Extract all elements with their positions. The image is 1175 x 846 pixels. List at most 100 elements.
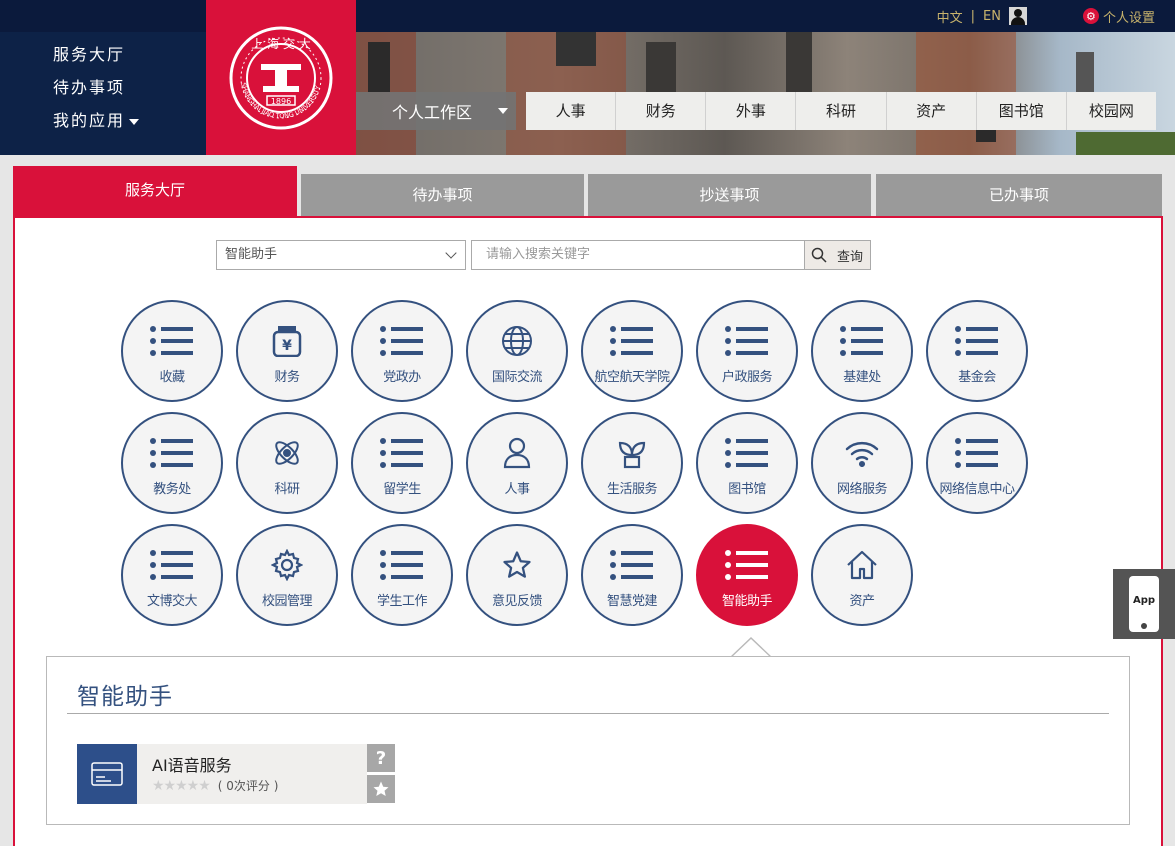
- tab-todo[interactable]: 待办事项: [301, 174, 584, 216]
- service-label: 基建处: [843, 370, 881, 385]
- service-wifi-14[interactable]: 网络服务: [811, 412, 913, 514]
- menu-item-research[interactable]: 科研: [796, 92, 887, 130]
- svg-text:上 海 交 大: 上 海 交 大: [251, 36, 310, 51]
- service-label: 学生工作: [376, 594, 428, 609]
- settings-gear-icon[interactable]: ⚙: [1082, 8, 1099, 24]
- list-icon: [380, 548, 424, 582]
- workspace-dropdown[interactable]: 个人工作区: [356, 92, 516, 130]
- sjtu-seal-icon: 1896 SHANGHAI JIAO TONG UNIVERSITY 上 海 交…: [229, 26, 333, 129]
- service-label: 科研: [274, 482, 300, 497]
- search-button[interactable]: 查询: [804, 240, 871, 270]
- top-menu: 人事 财务 外事 科研 资产 图书馆 校园网: [526, 92, 1156, 130]
- service-label: 智能助手: [721, 594, 773, 609]
- main-tabs: 服务大厅 待办事项 抄送事项 已办事项: [13, 166, 1162, 218]
- list-icon: [380, 436, 424, 470]
- service-yen-jar-1[interactable]: ¥ 财务: [236, 300, 338, 402]
- service-label: 图书馆: [728, 482, 766, 497]
- service-list-13[interactable]: 图书馆: [696, 412, 798, 514]
- service-label: 留学生: [383, 482, 421, 497]
- service-list-2[interactable]: 党政办: [351, 300, 453, 402]
- service-list-5[interactable]: 户政服务: [696, 300, 798, 402]
- atom-icon: [271, 436, 303, 470]
- service-list-7[interactable]: 基金会: [926, 300, 1028, 402]
- menu-item-assets[interactable]: 资产: [887, 92, 977, 130]
- service-gear-17[interactable]: 校园管理: [236, 524, 338, 626]
- yen-jar-icon: ¥: [272, 324, 302, 358]
- nav-service-hall[interactable]: 服务大厅: [53, 38, 206, 71]
- service-label: 网络服务: [836, 482, 888, 497]
- list-icon: [725, 548, 769, 582]
- service-list-6[interactable]: 基建处: [811, 300, 913, 402]
- menu-item-finance[interactable]: 财务: [616, 92, 707, 130]
- service-label: 基金会: [958, 370, 996, 385]
- nav-todo[interactable]: 待办事项: [53, 71, 206, 104]
- globe-icon: [501, 324, 533, 358]
- plant-icon: [617, 436, 647, 470]
- chevron-down-icon: [445, 247, 457, 259]
- caret-down-icon: [129, 118, 140, 125]
- menu-item-campus-network[interactable]: 校园网: [1067, 92, 1156, 130]
- service-card-name: AI语音服务: [152, 756, 232, 775]
- service-list-8[interactable]: 教务处: [121, 412, 223, 514]
- person-icon: [502, 436, 532, 470]
- category-select-value: 智能助手: [225, 247, 278, 262]
- service-label: 人事: [504, 482, 530, 497]
- service-label: 教务处: [153, 482, 191, 497]
- caret-down-icon: [498, 108, 508, 114]
- nav-my-apps-label: 我的应用: [53, 111, 126, 130]
- nav-my-apps[interactable]: 我的应用: [53, 104, 206, 137]
- list-icon: [150, 324, 194, 358]
- service-list-15[interactable]: 网络信息中心: [926, 412, 1028, 514]
- service-list-21[interactable]: 智能助手: [696, 524, 798, 626]
- service-list-16[interactable]: 文博交大: [121, 524, 223, 626]
- tab-done[interactable]: 已办事项: [876, 174, 1162, 216]
- lang-zh-link[interactable]: 中文: [937, 7, 963, 26]
- service-list-18[interactable]: 学生工作: [351, 524, 453, 626]
- service-label: 资产: [849, 594, 875, 609]
- service-plant-12[interactable]: 生活服务: [581, 412, 683, 514]
- star-icon: [373, 781, 389, 796]
- list-icon: [150, 436, 194, 470]
- service-list-0[interactable]: 收藏: [121, 300, 223, 402]
- rating-stars: ★★★★★ ( 0次评分 ): [152, 777, 278, 794]
- service-list-10[interactable]: 留学生: [351, 412, 453, 514]
- tab-service-hall[interactable]: 服务大厅: [13, 166, 297, 218]
- favorite-star-button[interactable]: [367, 775, 395, 803]
- app-download-button[interactable]: App: [1113, 569, 1175, 639]
- divider: [67, 713, 1109, 714]
- service-label: 国际交流: [491, 370, 543, 385]
- list-icon: [610, 324, 654, 358]
- service-globe-3[interactable]: 国际交流: [466, 300, 568, 402]
- list-icon: [955, 436, 999, 470]
- service-home-22[interactable]: 资产: [811, 524, 913, 626]
- workspace-label: 个人工作区: [392, 103, 473, 122]
- lang-separator: |: [970, 8, 976, 24]
- service-label: 收藏: [159, 370, 185, 385]
- service-list-4[interactable]: 航空航天学院: [581, 300, 683, 402]
- personal-settings-link[interactable]: 个人设置: [1103, 7, 1155, 26]
- star-icon: [502, 548, 532, 582]
- tab-cc[interactable]: 抄送事项: [588, 174, 871, 216]
- menu-item-hr[interactable]: 人事: [526, 92, 617, 130]
- service-star-19[interactable]: 意见反馈: [466, 524, 568, 626]
- list-icon: [725, 324, 769, 358]
- service-label: 智慧党建: [606, 594, 658, 609]
- menu-item-foreign-affairs[interactable]: 外事: [706, 92, 797, 130]
- service-list-20[interactable]: 智慧党建: [581, 524, 683, 626]
- service-person-11[interactable]: 人事: [466, 412, 568, 514]
- rating-count: ( 0次评分 ): [217, 779, 279, 793]
- university-logo[interactable]: 1896 SHANGHAI JIAO TONG UNIVERSITY 上 海 交…: [206, 0, 356, 155]
- lang-en-link[interactable]: EN: [983, 9, 1001, 24]
- service-card[interactable]: AI语音服务 ★★★★★ ( 0次评分 ): [77, 744, 367, 804]
- user-name[interactable]: [1035, 11, 1075, 21]
- avatar[interactable]: [1008, 7, 1027, 25]
- search-button-label: 查询: [837, 249, 864, 265]
- menu-item-library[interactable]: 图书馆: [977, 92, 1067, 130]
- list-icon: [725, 436, 769, 470]
- service-atom-9[interactable]: 科研: [236, 412, 338, 514]
- service-label: 航空航天学院: [594, 370, 670, 385]
- gear-icon: [271, 548, 303, 582]
- category-select[interactable]: 智能助手: [216, 240, 466, 270]
- help-button[interactable]: ?: [367, 744, 395, 772]
- search-input[interactable]: 请输入搜索关键字: [471, 240, 805, 270]
